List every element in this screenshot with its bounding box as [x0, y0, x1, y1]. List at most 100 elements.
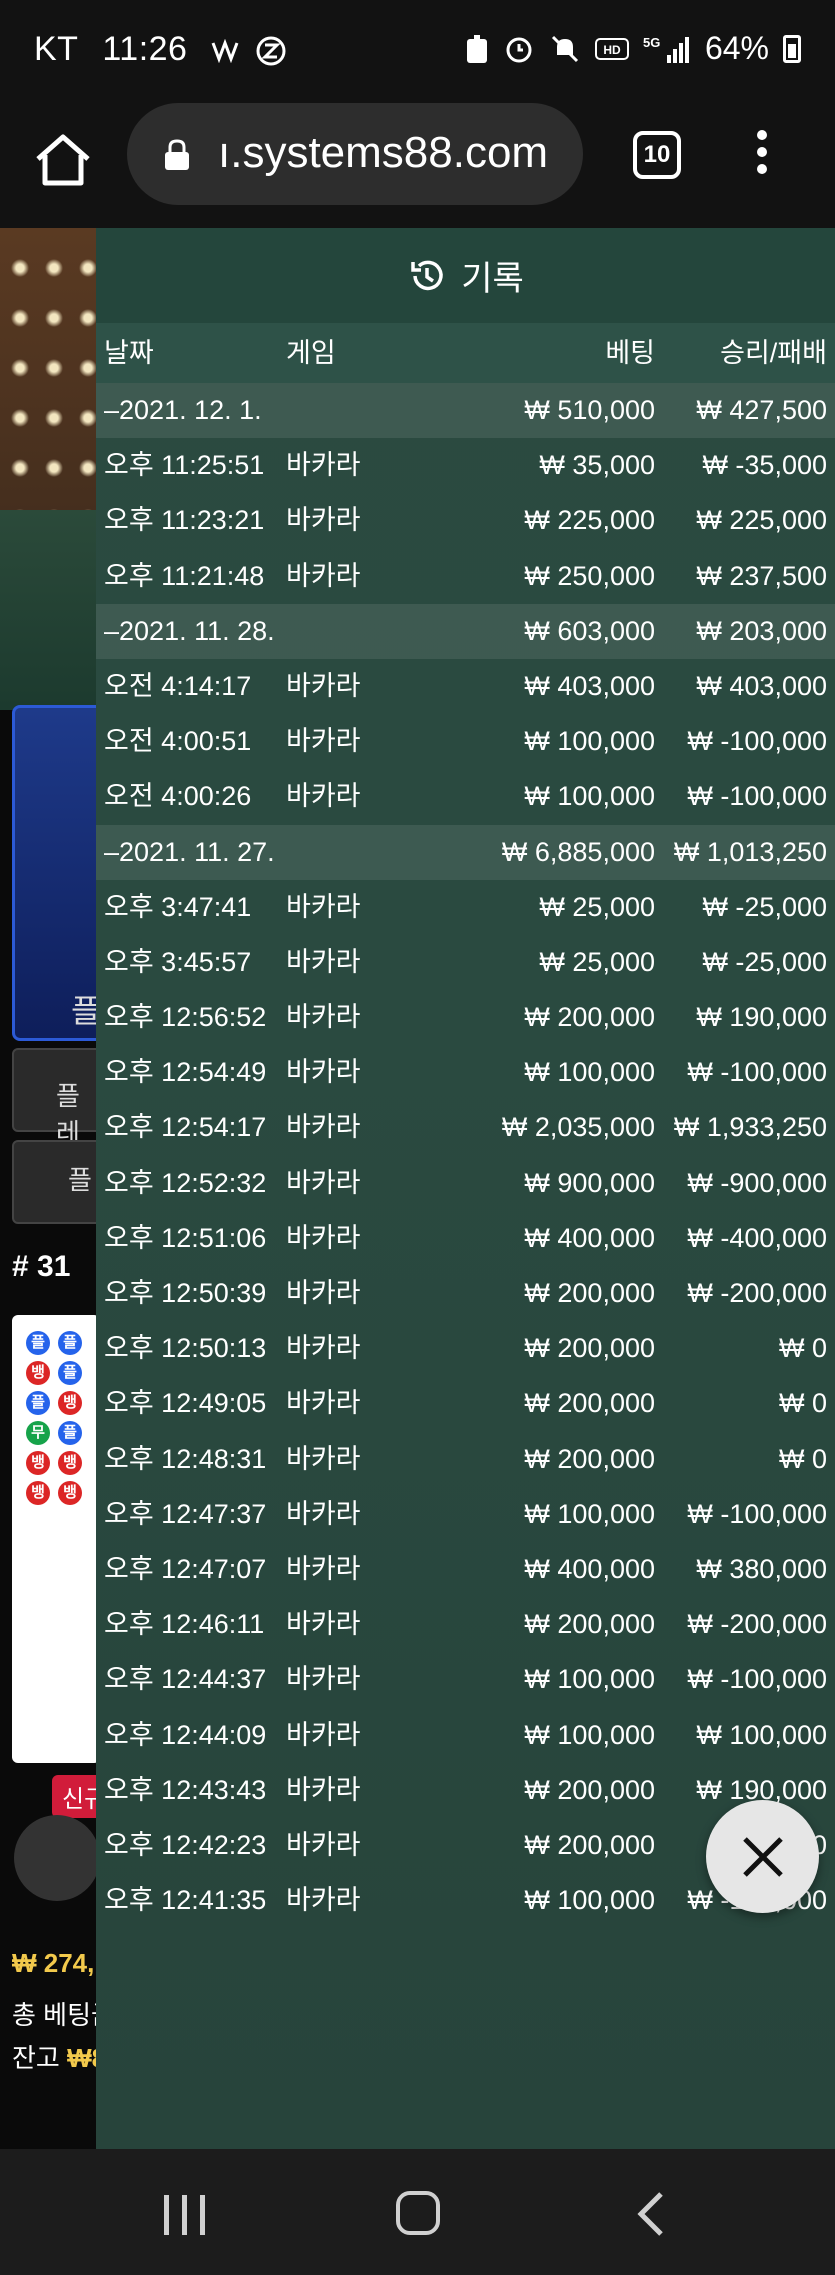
- recents-icon[interactable]: [162, 2193, 208, 2237]
- history-row: 오전 4:00:26 바카라 ₩ 100,000 ₩ -100,000: [96, 769, 835, 824]
- row-game: 바카라: [286, 781, 361, 812]
- home-icon[interactable]: [28, 125, 98, 195]
- row-bet-amount: ₩ 6,885,000: [501, 836, 655, 867]
- row-result-amount: ₩ -100,000: [687, 726, 827, 757]
- row-date: 오후 12:48:31: [104, 1443, 267, 1474]
- row-date: 오전 4:14:17: [104, 670, 252, 701]
- status-bar: KT 11:26 HD 5G 64%: [0, 0, 835, 100]
- round-number: # 31: [12, 1250, 71, 1283]
- lock-icon: [165, 139, 189, 170]
- history-row: 오후 12:56:52 바카라 ₩ 200,000 ₩ 190,000: [96, 990, 835, 1045]
- row-game: 바카라: [286, 1222, 361, 1253]
- history-date-group-row: –2021. 11. 28. ₩ 603,000 ₩ 203,000: [96, 603, 835, 659]
- row-game: 바카라: [286, 1112, 361, 1143]
- history-row: 오후 12:54:17 바카라 ₩ 2,035,000 ₩ 1,933,250: [96, 1100, 835, 1155]
- row-bet-amount: ₩ 25,000: [539, 891, 655, 922]
- history-row: 오전 4:14:17 바카라 ₩ 403,000 ₩ 403,000: [96, 659, 835, 714]
- row-bet-amount: ₩ 900,000: [524, 1167, 655, 1198]
- row-result-amount: ₩ 403,000: [696, 670, 827, 701]
- nav-home-icon[interactable]: [396, 2191, 440, 2235]
- row-game: 바카라: [286, 1885, 361, 1916]
- bead: 뱅: [58, 1481, 82, 1505]
- history-row: 오후 12:50:39 바카라 ₩ 200,000 ₩ -200,000: [96, 1266, 835, 1321]
- row-date: 오후 12:51:06: [104, 1222, 267, 1253]
- close-history-button[interactable]: [706, 1800, 819, 1913]
- row-result-amount: ₩ -900,000: [687, 1167, 827, 1198]
- history-row: 오후 12:52:32 바카라 ₩ 900,000 ₩ -900,000: [96, 1156, 835, 1211]
- row-game: 바카라: [286, 1278, 361, 1308]
- row-date: –2021. 12. 1.: [104, 395, 262, 425]
- history-row: 오후 12:49:05 바카라 ₩ 200,000 ₩ 0: [96, 1376, 835, 1431]
- row-game: 바카라: [286, 450, 361, 481]
- row-result-amount: ₩ -35,000: [702, 450, 827, 481]
- row-date: 오후 12:54:17: [104, 1112, 267, 1143]
- row-result-amount: ₩ 0: [778, 1388, 827, 1419]
- player-bonus-button[interactable]: 플: [12, 1140, 104, 1224]
- row-date: 오후 12:42:23: [104, 1829, 267, 1860]
- chip-button[interactable]: [14, 1815, 100, 1901]
- row-date: 오후 12:49:05: [104, 1388, 267, 1419]
- row-date: 오후 12:41:35: [104, 1885, 267, 1916]
- column-bet: 베팅: [605, 338, 655, 368]
- row-bet-amount: ₩ 25,000: [539, 946, 655, 977]
- row-result-amount: ₩ 225,000: [696, 505, 827, 536]
- row-game: 바카라: [286, 1829, 361, 1860]
- history-row: 오후 12:47:07 바카라 ₩ 400,000 ₩ 380,000: [96, 1542, 835, 1597]
- row-bet-amount: ₩ 200,000: [524, 1002, 655, 1033]
- row-result-amount: ₩ 237,500: [696, 560, 827, 591]
- row-game: 바카라: [286, 1609, 361, 1640]
- row-result-amount: ₩ 1,013,250: [673, 836, 827, 867]
- history-date-group-row: –2021. 12. 1. ₩ 510,000 ₩ 427,500: [96, 383, 835, 439]
- history-row: 오후 12:50:13 바카라 ₩ 200,000 ₩ 0: [96, 1321, 835, 1376]
- row-bet-amount: ₩ 2,035,000: [501, 1112, 655, 1143]
- row-date: 오후 11:21:48: [104, 560, 265, 591]
- bead: 플: [58, 1421, 82, 1445]
- row-result-amount: ₩ -400,000: [687, 1222, 827, 1253]
- table-image: [0, 510, 100, 710]
- row-bet-amount: ₩ 100,000: [524, 1498, 655, 1529]
- history-list: –2021. 12. 1. ₩ 510,000 ₩ 427,500 오후 11:25:…: [96, 383, 835, 1928]
- row-game: 바카라: [286, 946, 361, 977]
- bead: 무: [26, 1421, 50, 1445]
- player-pair-button[interactable]: 플레: [12, 1048, 104, 1148]
- bead: 뱅: [26, 1451, 50, 1475]
- column-game: 게임: [286, 338, 336, 368]
- history-title: 기록: [461, 260, 524, 298]
- row-bet-amount: ₩ 200,000: [524, 1388, 655, 1419]
- row-result-amount: ₩ 190,000: [696, 1002, 827, 1033]
- row-bet-amount: ₩ 100,000: [524, 1057, 655, 1088]
- row-bet-amount: ₩ 200,000: [524, 1774, 655, 1805]
- row-game: 바카라: [286, 1443, 361, 1474]
- signal-extra-icon: [212, 38, 239, 64]
- row-bet-amount: ₩ 250,000: [524, 560, 655, 591]
- battery-percent: 64%: [704, 30, 769, 66]
- row-bet-amount: ₩ 100,000: [524, 1885, 655, 1916]
- row-game: 바카라: [286, 1388, 361, 1419]
- row-game: 바카라: [286, 670, 361, 701]
- row-bet-amount: ₩ 225,000: [524, 505, 655, 536]
- row-date: 오후 12:56:52: [104, 1002, 267, 1033]
- row-game: 바카라: [286, 505, 361, 536]
- tabs-button[interactable]: 10: [633, 131, 681, 179]
- history-row: 오후 12:43:43 바카라 ₩ 200,000 ₩ 190,000: [96, 1763, 835, 1818]
- svg-text:HD: HD: [603, 43, 621, 57]
- row-bet-amount: ₩ 200,000: [524, 1278, 655, 1308]
- row-bet-amount: ₩ 400,000: [524, 1222, 655, 1253]
- row-date: 오후 3:47:41: [104, 891, 252, 922]
- row-result-amount: ₩ 203,000: [696, 615, 827, 646]
- history-row: 오전 4:00:51 바카라 ₩ 100,000 ₩ -100,000: [96, 714, 835, 769]
- url-text[interactable]: ı.systems88.com: [218, 128, 548, 178]
- row-bet-amount: ₩ 510,000: [524, 395, 655, 425]
- back-icon[interactable]: [635, 2191, 665, 2237]
- player-bet-area[interactable]: 플: [12, 705, 106, 1041]
- more-menu-icon[interactable]: [752, 130, 772, 180]
- row-date: 오후 12:52:32: [104, 1167, 267, 1198]
- row-result-amount: ₩ -100,000: [687, 781, 827, 812]
- row-bet-amount: ₩ 100,000: [524, 781, 655, 812]
- row-bet-amount: ₩ 603,000: [524, 615, 655, 646]
- row-result-amount: ₩ 0: [778, 1333, 827, 1364]
- history-row: 오후 12:51:06 바카라 ₩ 400,000 ₩ -400,000: [96, 1211, 835, 1266]
- column-date: 날짜: [104, 338, 154, 368]
- row-result-amount: ₩ 380,000: [696, 1553, 827, 1584]
- row-date: 오후 12:47:37: [104, 1498, 267, 1529]
